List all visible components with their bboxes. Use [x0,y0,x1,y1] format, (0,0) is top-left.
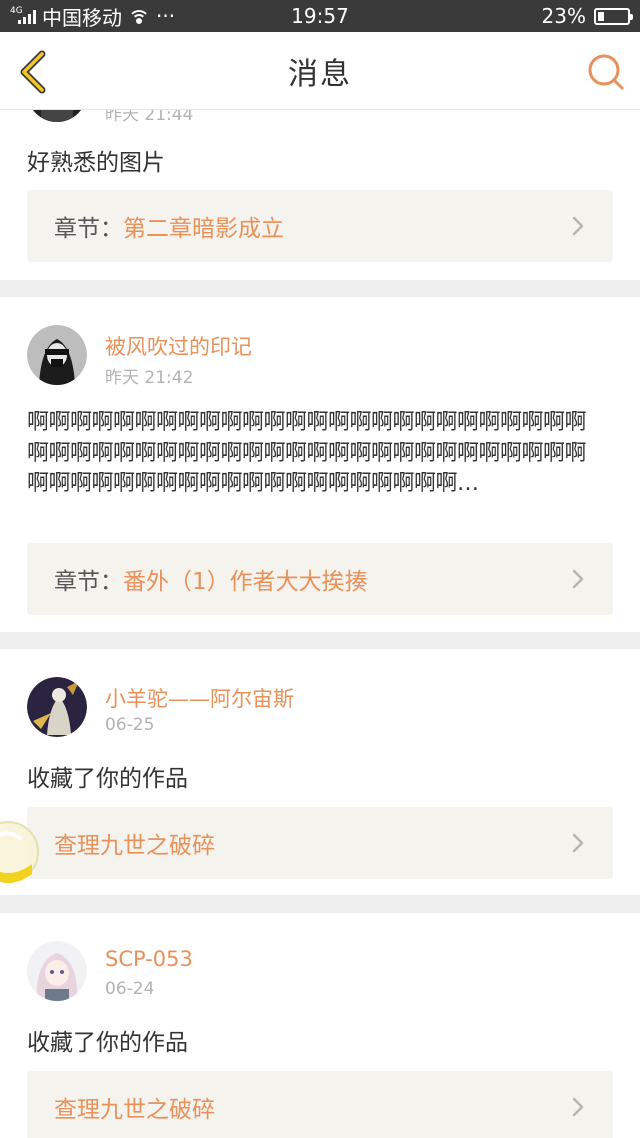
message-time: 昨天 21:44 [105,110,194,125]
chevron-right-icon [572,1097,584,1117]
avatar[interactable] [27,941,87,1001]
message-text: 好熟悉的图片 [27,150,165,176]
chapter-link[interactable]: 章节： 番外（1）作者大大挨揍 [27,543,613,615]
chevron-right-icon [572,569,584,589]
carrier-name: 中国移动 [42,5,122,30]
username[interactable]: SCP-053 [105,947,193,971]
avatar[interactable] [27,110,87,122]
chapter-label: 章节： [54,216,123,242]
status-left: 4G 中国移动 ··· [10,2,175,31]
message-card: 昨天 21:44 好熟悉的图片 章节： 第二章暗影成立 [0,110,640,280]
battery-percent: 23% [541,4,586,28]
avatar[interactable] [27,325,87,385]
battery-icon [594,7,633,25]
message-time: 06-24 [105,979,155,999]
username[interactable]: 被风吹过的印记 [105,331,252,361]
chevron-right-icon [572,833,584,853]
message-time: 06-25 [105,715,155,735]
chapter-link[interactable]: 章节： 第二章暗影成立 [27,190,613,262]
more-status-icon: ··· [156,4,176,28]
username[interactable]: 小羊驼——阿尔宙斯 [105,683,294,713]
chapter-label: 章节： [54,569,123,595]
message-list[interactable]: 昨天 21:44 好熟悉的图片 章节： 第二章暗影成立 被风吹过的印记 昨天 2… [0,110,640,1138]
chapter-title: 第二章暗影成立 [123,216,284,242]
status-bar: 4G 中国移动 ··· 19:57 23% [0,0,640,32]
work-title: 查理九世之破碎 [54,833,215,859]
search-button[interactable] [586,52,626,92]
work-link[interactable]: 查理九世之破碎 [27,807,613,879]
wifi-icon [128,8,150,24]
work-link[interactable]: 查理九世之破碎 [27,1071,613,1138]
message-text: 收藏了你的作品 [27,766,188,792]
avatar[interactable] [27,677,87,737]
message-card: SCP-053 06-24 收藏了你的作品 查理九世之破碎 [0,913,640,1138]
chevron-right-icon [572,216,584,236]
chapter-title: 番外（1）作者大大挨揍 [123,569,368,595]
navigation-bar: 消息 [0,32,640,110]
network-type-label: 4G [10,6,23,16]
status-right: 23% [541,4,633,28]
back-arrow-icon [20,50,46,94]
message-card: 小羊驼——阿尔宙斯 06-25 收藏了你的作品 查理九世之破碎 [0,649,640,895]
message-text: 啊啊啊啊啊啊啊啊啊啊啊啊啊啊啊啊啊啊啊啊啊啊啊啊啊啊啊啊啊啊啊啊啊啊啊啊啊啊啊啊… [27,410,587,496]
message-card: 被风吹过的印记 昨天 21:42 啊啊啊啊啊啊啊啊啊啊啊啊啊啊啊啊啊啊啊啊啊啊啊… [0,297,640,632]
search-icon [588,54,624,90]
back-button[interactable] [14,50,54,94]
cellular-signal-icon: 4G [10,6,36,24]
message-time: 昨天 21:42 [105,368,194,388]
floating-assistant-bubble[interactable] [0,812,42,892]
work-title: 查理九世之破碎 [54,1097,215,1123]
floating-bubble-icon [0,821,39,883]
page-title: 消息 [288,56,352,92]
message-text: 收藏了你的作品 [27,1030,188,1056]
